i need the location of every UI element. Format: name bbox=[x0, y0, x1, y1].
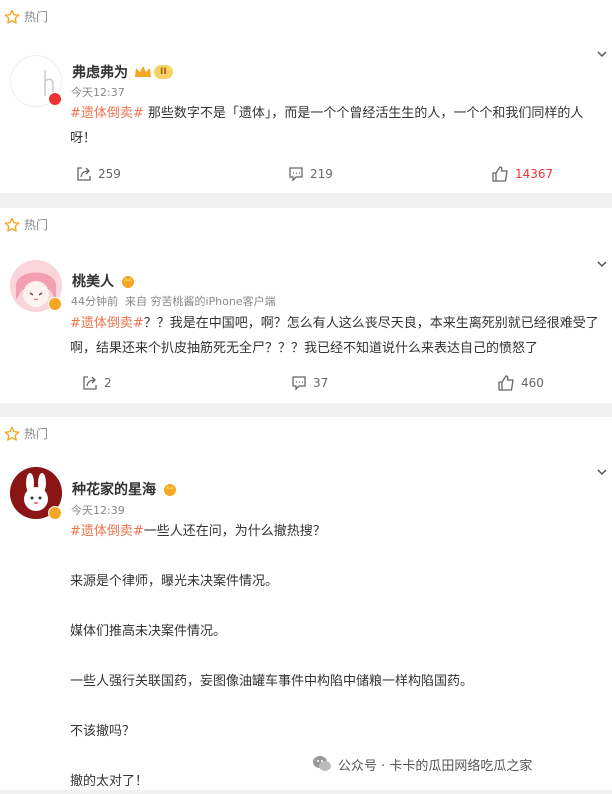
comment-button[interactable]: 37 bbox=[291, 375, 328, 391]
crown-icon bbox=[164, 484, 176, 496]
star-icon bbox=[4, 217, 20, 232]
post-text: #遗体倒卖#？？我是在中国吧，啊？怎么有人这么丧尽天良，本来生离死别就已经很难受… bbox=[70, 311, 602, 361]
action-bar: 259 219 14367 bbox=[0, 166, 612, 186]
post-card-1: 热门 弗虑弗为 II 今天12:37 #遗体倒卖# 那些数字不是「遗体」，而是一… bbox=[0, 0, 612, 193]
hot-text: 热门 bbox=[24, 218, 49, 232]
like-icon bbox=[498, 375, 514, 391]
crown-icon bbox=[122, 276, 134, 288]
separator bbox=[0, 193, 612, 203]
chevron-down-icon[interactable] bbox=[596, 48, 608, 60]
crown-icon bbox=[135, 66, 151, 77]
post-text: #遗体倒卖#一些人还在问，为什么撤热搜？ 来源是个律师，曝光未决案件情况。 媒体… bbox=[70, 519, 602, 794]
hashtag-link[interactable]: #遗体倒卖# bbox=[70, 106, 144, 121]
post-first-line: #遗体倒卖#一些人还在问，为什么撤热搜？ bbox=[70, 519, 602, 544]
like-button[interactable]: 460 bbox=[498, 375, 544, 391]
hashtag-link[interactable]: #遗体倒卖# bbox=[70, 316, 144, 331]
hot-label: 热门 bbox=[4, 8, 48, 25]
repost-button[interactable]: 259 bbox=[76, 166, 121, 182]
hot-text: 热门 bbox=[24, 427, 49, 441]
author-name[interactable]: 桃美人 bbox=[72, 271, 136, 291]
comment-icon bbox=[289, 167, 303, 182]
level-badge: II bbox=[154, 65, 173, 79]
like-count: 460 bbox=[521, 376, 544, 390]
post-time[interactable]: 今天12:39 bbox=[71, 502, 125, 518]
verified-badge-icon bbox=[48, 92, 62, 106]
post-text: #遗体倒卖# 那些数字不是「遗体」，而是一个个曾经活生生的人，一个个和我们同样的… bbox=[70, 101, 602, 151]
like-count: 14367 bbox=[515, 167, 554, 181]
post-card-3: 热门 种花家的星海 今天12:39 #遗体倒卖#一些人还在问，为什么撤热搜？ 来… bbox=[0, 417, 612, 790]
watermark: 公众号 · 卡卡的瓜田网络吃瓜之家 bbox=[312, 754, 532, 774]
author-name[interactable]: 弗虑弗为 II bbox=[72, 62, 173, 82]
hashtag-link[interactable]: #遗体倒卖# bbox=[70, 524, 144, 539]
watermark-text: 公众号 · 卡卡的瓜田网络吃瓜之家 bbox=[338, 758, 533, 774]
star-icon bbox=[4, 426, 20, 441]
repost-icon bbox=[83, 376, 97, 390]
author-name[interactable]: 种花家的星海 bbox=[72, 479, 178, 499]
paragraph: 一些人强行关联国药，妄图像油罐车事件中构陷中储粮一样构陷国药。 bbox=[70, 674, 474, 689]
chevron-down-icon[interactable] bbox=[596, 466, 608, 478]
hot-label: 热门 bbox=[4, 216, 48, 233]
post-body: ？？我是在中国吧，啊？怎么有人这么丧尽天良，本来生离死别就已经很难受了啊，结果还… bbox=[70, 316, 599, 356]
chevron-down-icon[interactable] bbox=[596, 258, 608, 270]
paragraph: 不该撤吗？ bbox=[70, 724, 136, 739]
star-icon bbox=[4, 9, 20, 24]
comment-count: 219 bbox=[310, 167, 333, 181]
comment-count: 37 bbox=[313, 376, 329, 390]
repost-count: 2 bbox=[104, 376, 112, 390]
post-body: 一些人还在问，为什么撤热搜？ bbox=[143, 524, 326, 539]
post-time[interactable]: 今天12:37 bbox=[71, 84, 125, 100]
wechat-logo-icon bbox=[313, 756, 331, 771]
post-source[interactable]: 44分钟前 来自 穷苦桃酱的iPhone客户端 bbox=[71, 293, 276, 309]
repost-button[interactable]: 2 bbox=[82, 375, 112, 391]
paragraph: 来源是个律师，曝光未决案件情况。 bbox=[70, 574, 279, 589]
comment-button[interactable]: 219 bbox=[288, 166, 333, 182]
like-button[interactable]: 14367 bbox=[492, 166, 553, 182]
verified-badge-icon bbox=[48, 297, 62, 311]
paragraph: 媒体们推高未决案件情况。 bbox=[70, 624, 227, 639]
comment-icon bbox=[292, 376, 306, 391]
repost-icon bbox=[77, 167, 91, 181]
verified-badge-icon bbox=[48, 506, 62, 520]
separator bbox=[0, 403, 612, 413]
hot-label: 热门 bbox=[4, 425, 48, 442]
post-card-2: 热门 桃美人 44分钟前 来自 穷苦桃酱的iPhone客户端 #遗体倒卖#？？我… bbox=[0, 208, 612, 403]
action-bar: 2 37 460 bbox=[0, 375, 612, 395]
post-body: 那些数字不是「遗体」，而是一个个曾经活生生的人，一个个和我们同样的人呀！ bbox=[70, 106, 584, 146]
hot-text: 热门 bbox=[24, 10, 49, 24]
repost-count: 259 bbox=[98, 167, 121, 181]
like-icon bbox=[492, 166, 508, 182]
